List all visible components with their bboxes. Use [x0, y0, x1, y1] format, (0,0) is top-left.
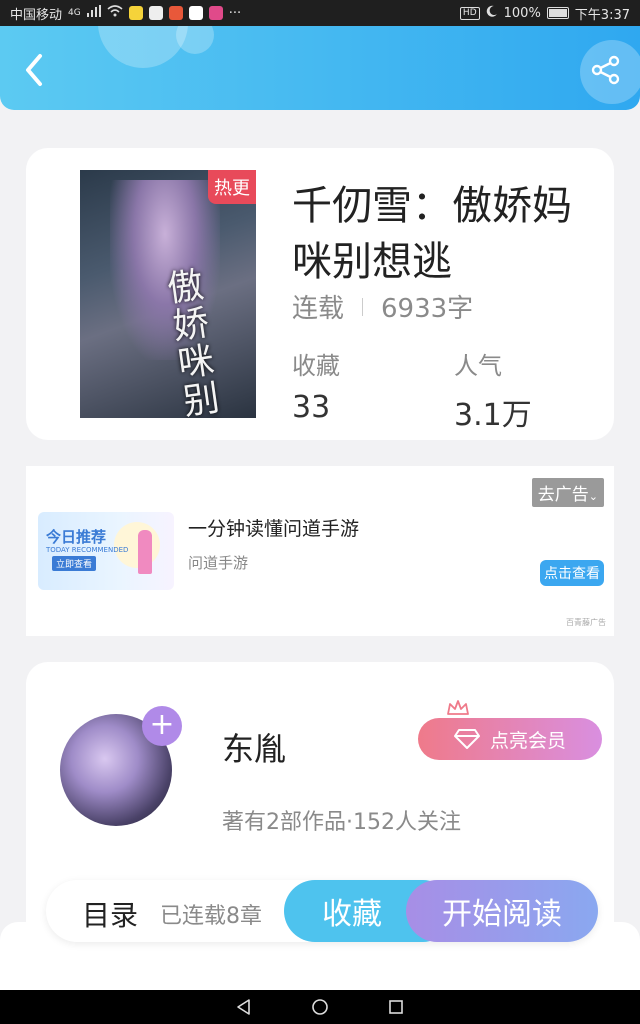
back-button[interactable]: [16, 50, 52, 90]
popularity-value: 3.1万: [454, 398, 532, 433]
action-bar: 目录 已连载8章 收藏 开始阅读: [46, 880, 598, 942]
app-icon-video: [208, 6, 223, 20]
author-name[interactable]: 东胤: [222, 724, 286, 770]
battery-icon: [546, 7, 569, 19]
decor-bubble: [98, 26, 188, 68]
ad-subtitle: 问道手游: [188, 554, 249, 572]
ad-image-subtitle: TODAY RECOMMENDED: [46, 546, 129, 554]
follow-plus-button[interactable]: +: [142, 706, 182, 746]
remove-ad-button[interactable]: 去广告⌄: [531, 478, 604, 507]
status-bar: 中国移动 4G ··· HD 100% 下午3:37: [0, 0, 640, 26]
ad-banner[interactable]: 去广告⌄ 今日推荐 TODAY RECOMMENDED 立即查看 一分钟读懂问道…: [26, 466, 614, 636]
moon-illustration: [114, 522, 160, 568]
ad-image-title: 今日推荐: [46, 528, 107, 546]
serial-status: 连载: [292, 294, 345, 324]
cover-title-art: 傲娇咪别想: [164, 264, 228, 418]
chapter-count: 已连载8章: [160, 904, 262, 929]
status-bar-right: HD 100% 下午3:37: [459, 4, 630, 23]
collect-count-label: 收藏: [292, 352, 340, 380]
ad-cta-button[interactable]: 点击查看: [540, 560, 604, 586]
book-info-card: 傲娇咪别想 热更 千仞雪：傲娇妈咪别想逃 连载 6933字 收藏 33 人气 3…: [26, 148, 614, 440]
remove-ad-label: 去广告: [537, 485, 589, 505]
nav-back-icon[interactable]: [235, 998, 253, 1016]
book-title: 千仞雪：傲娇妈咪别想逃: [292, 183, 572, 285]
crown-icon: [447, 700, 469, 715]
header: [0, 26, 640, 110]
book-cover[interactable]: 傲娇咪别想 热更: [80, 170, 256, 418]
moon-icon: [486, 5, 498, 21]
collect-button-label: 收藏: [322, 897, 382, 932]
author-meta: 著有2部作品·152人关注: [222, 810, 461, 835]
wifi-icon: [107, 5, 123, 21]
hd-badge: HD: [459, 6, 480, 20]
ad-title: 一分钟读懂问道手游: [188, 518, 360, 540]
share-icon: [591, 55, 620, 85]
toc-button[interactable]: 目录: [82, 894, 138, 934]
ad-image[interactable]: 今日推荐 TODAY RECOMMENDED 立即查看: [38, 512, 174, 590]
app-icon-calendar: [188, 6, 203, 20]
share-button[interactable]: [590, 54, 622, 86]
start-reading-button[interactable]: 开始阅读: [406, 880, 598, 942]
vip-button[interactable]: 点亮会员: [418, 718, 602, 760]
collect-count-value: 33: [292, 390, 331, 425]
start-reading-label: 开始阅读: [442, 897, 562, 932]
app-icon-qq: [128, 6, 143, 20]
signal-icon: [86, 5, 101, 21]
chevron-left-icon: [26, 54, 42, 86]
app-icon-avatar: [148, 6, 163, 20]
ad-image-button: 立即查看: [52, 556, 97, 571]
diamond-icon: [453, 729, 480, 749]
system-nav-bar: [0, 990, 640, 1024]
plus-icon: +: [149, 707, 175, 742]
more-notifications: ···: [228, 5, 242, 21]
nav-recents-icon[interactable]: [387, 998, 405, 1016]
girl-illustration: [138, 530, 152, 574]
hot-badge: 热更: [208, 170, 256, 204]
decor-bubble: [176, 26, 214, 54]
status-bar-left: 中国移动 4G ···: [10, 4, 241, 23]
word-count: 6933字: [381, 294, 474, 324]
clock: 下午3:37: [574, 7, 630, 23]
chevron-down-icon: ⌄: [588, 490, 598, 503]
book-status-row: 连载 6933字: [292, 288, 473, 325]
nav-home-icon[interactable]: [311, 998, 329, 1016]
popularity-label: 人气: [454, 352, 502, 380]
network-label: 4G: [68, 8, 81, 18]
app-icon-game: [168, 6, 183, 20]
divider: [362, 297, 364, 316]
battery-percent: 100%: [503, 5, 541, 21]
ad-source: 百青藤广告: [566, 618, 606, 627]
vip-label: 点亮会员: [489, 729, 566, 752]
carrier-label: 中国移动: [10, 7, 63, 23]
